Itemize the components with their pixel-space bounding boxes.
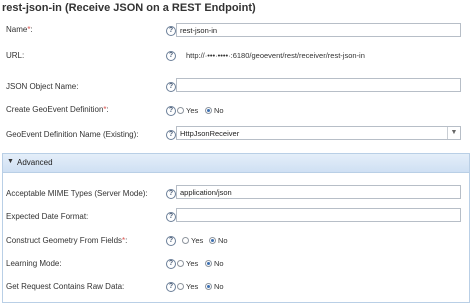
help-icon[interactable]: ?	[166, 282, 176, 292]
help-icon[interactable]: ?	[166, 259, 176, 269]
construct-geometry-label: Construct Geometry From Fields*:	[6, 236, 128, 245]
json-object-name-label: JSON Object Name:	[6, 82, 79, 91]
geoevent-def-name-value: HttpJsonReceiver	[180, 129, 240, 138]
help-icon[interactable]: ?	[166, 106, 176, 116]
advanced-header[interactable]: ▼ Advanced	[3, 154, 469, 173]
name-input[interactable]: rest-json-in	[176, 23, 461, 37]
construct-geometry-yes-radio[interactable]	[182, 237, 189, 244]
raw-data-no-label: No	[214, 282, 224, 291]
mime-types-label: Acceptable MIME Types (Server Mode):	[6, 189, 148, 198]
json-object-name-input[interactable]	[176, 78, 461, 92]
help-icon[interactable]: ?	[166, 26, 176, 36]
construct-geometry-no-label: No	[218, 236, 228, 245]
learning-mode-yes-label: Yes	[186, 259, 199, 268]
name-label: Name*:	[6, 25, 33, 34]
learning-mode-label: Learning Mode:	[6, 259, 62, 268]
learning-mode-no-radio[interactable]	[205, 260, 212, 267]
raw-data-no-radio[interactable]	[205, 283, 212, 290]
date-format-input[interactable]	[176, 208, 461, 222]
help-icon[interactable]: ?	[166, 236, 176, 246]
url-value: http://·•••·••••·:6180/geoevent/rest/rec…	[186, 51, 365, 60]
date-format-label: Expected Date Format:	[6, 212, 89, 221]
create-geoevent-def-yes-label: Yes	[186, 106, 199, 115]
caret-down-icon[interactable]: ▼	[7, 158, 14, 165]
learning-mode-no-label: No	[214, 259, 224, 268]
help-icon[interactable]: ?	[166, 212, 176, 222]
create-geoevent-def-no-label: No	[214, 106, 224, 115]
construct-geometry-no-radio[interactable]	[209, 237, 216, 244]
advanced-panel: ▼ Advanced	[2, 153, 470, 303]
help-icon[interactable]: ?	[166, 189, 176, 199]
construct-geometry-yes-label: Yes	[191, 236, 204, 245]
page-title: rest-json-in (Receive JSON on a REST End…	[2, 2, 256, 14]
raw-data-label: Get Request Contains Raw Data:	[6, 282, 125, 291]
create-geoevent-def-no-radio[interactable]	[205, 107, 212, 114]
url-label: URL:	[6, 51, 25, 60]
help-icon[interactable]: ?	[166, 82, 176, 92]
learning-mode-yes-radio[interactable]	[177, 260, 184, 267]
create-geoevent-def-label: Create GeoEvent Definition*:	[6, 105, 109, 114]
mime-types-input[interactable]: application/json	[176, 185, 461, 199]
advanced-title: Advanced	[17, 158, 53, 167]
help-icon[interactable]: ?	[166, 130, 176, 140]
raw-data-yes-radio[interactable]	[177, 283, 184, 290]
geoevent-def-name-label: GeoEvent Definition Name (Existing):	[6, 130, 139, 139]
chevron-down-icon[interactable]: ▼	[447, 127, 460, 139]
help-icon[interactable]: ?	[166, 51, 176, 61]
create-geoevent-def-yes-radio[interactable]	[177, 107, 184, 114]
geoevent-def-name-select[interactable]: HttpJsonReceiver ▼	[176, 126, 461, 140]
raw-data-yes-label: Yes	[186, 282, 199, 291]
